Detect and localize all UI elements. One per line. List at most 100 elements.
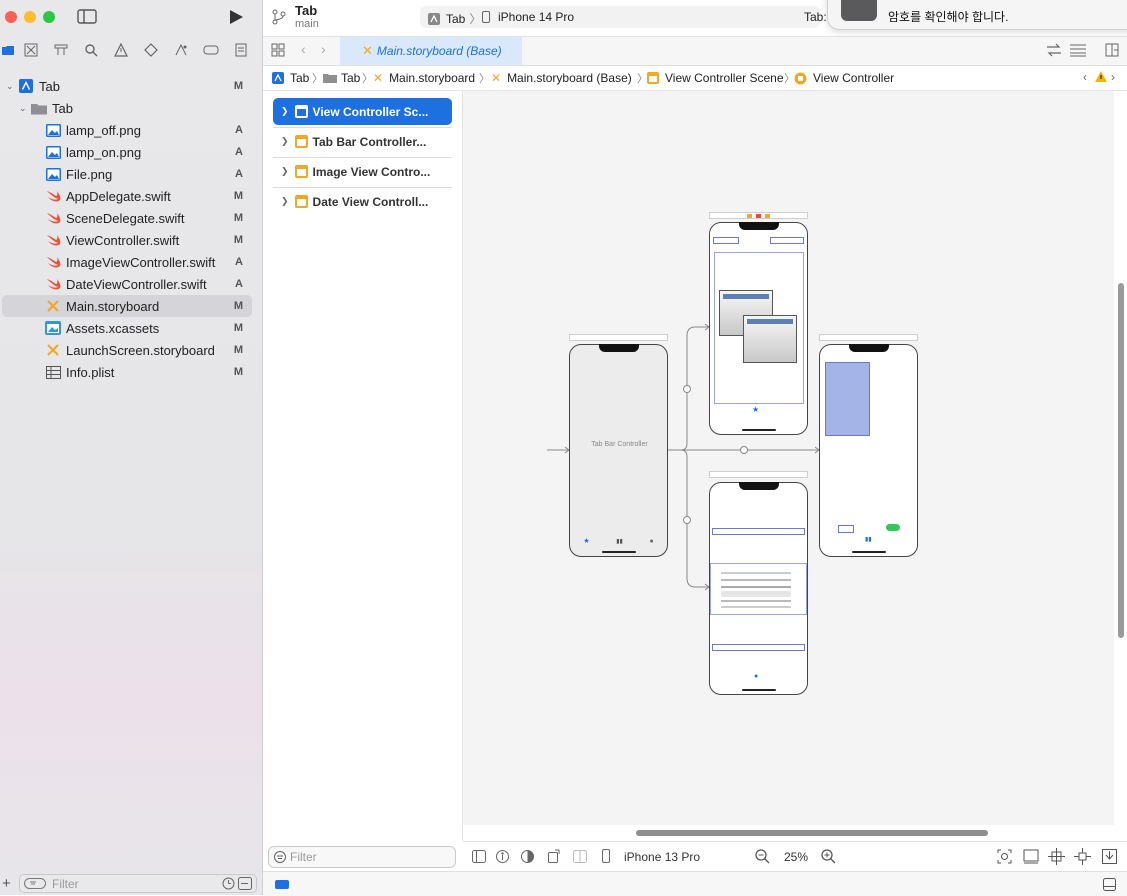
tab-bar-controller-scene[interactable]: Tab Bar Controller ★ ▮▮ ● [569, 344, 668, 557]
breadcrumb-label: View Controller [813, 71, 895, 85]
outline-scene-date-view-controller[interactable]: ❯ Date View Controll... [273, 188, 452, 215]
file-tree-row[interactable]: ⌄ Tab [0, 97, 252, 119]
storyboard-canvas[interactable]: Tab Bar Controller ★ ▮▮ ● ★ ▮▮ ● [463, 91, 1124, 836]
label-bottom [712, 644, 805, 651]
file-tree-row[interactable]: DateViewController.swift A [0, 273, 252, 295]
add-constraints-icon[interactable] [1074, 848, 1091, 865]
breadcrumb-storyboard-base[interactable]: ✕ Main.storyboard (Base) [491, 71, 632, 85]
breadcrumb-folder[interactable]: Tab [323, 71, 360, 85]
add-file-icon[interactable]: + [2, 875, 11, 892]
date-view-controller-scene[interactable]: ● [709, 482, 808, 695]
warning-icon[interactable] [1095, 71, 1107, 82]
resolve-autolayout-icon[interactable] [1102, 849, 1117, 864]
file-tree-row[interactable]: LaunchScreen.storyboard M [0, 339, 252, 361]
file-tree-row[interactable]: ViewController.swift M [0, 229, 252, 251]
next-issue-icon[interactable]: › [1111, 70, 1115, 84]
editor-options-icon[interactable] [1069, 43, 1087, 57]
file-tree-label: lamp_off.png [66, 122, 141, 138]
scene-label: Image View Contro... [312, 164, 431, 179]
file-tree-label: LaunchScreen.storyboard [66, 342, 215, 358]
folder-navigator-icon[interactable] [0, 38, 16, 62]
accessibility-icon[interactable] [496, 850, 509, 863]
test-navigator-icon[interactable] [136, 38, 166, 62]
file-tree-row[interactable]: Main.storyboard M [2, 295, 252, 317]
breadcrumb-scene[interactable]: View Controller Scene [647, 71, 784, 85]
toggle-sidebar-icon[interactable] [77, 8, 97, 24]
outline-scene-image-view-controller[interactable]: ❯ Image View Contro... [273, 158, 452, 185]
view-controller-scene-header[interactable] [709, 212, 808, 219]
file-tree-row[interactable]: File.png A [0, 163, 252, 185]
storyboard-icon: ✕ [491, 71, 502, 85]
source-control-filter-icon[interactable] [238, 877, 252, 890]
file-tree-row[interactable]: Info.plist M [0, 361, 252, 383]
device-selector[interactable]: iPhone 13 Pro [624, 850, 700, 864]
disclosure-chevron-icon[interactable]: ❯ [281, 106, 289, 117]
disclosure-chevron-icon[interactable]: ❯ [281, 166, 289, 177]
zoom-out-icon[interactable] [755, 849, 770, 864]
outline-scene-tab-bar-controller[interactable]: ❯ Tab Bar Controller... [273, 128, 452, 155]
zoom-window-button[interactable] [43, 11, 55, 23]
navigate-back-icon[interactable]: ‹ [301, 41, 306, 57]
debug-area-indicator[interactable] [275, 880, 289, 889]
embed-in-icon[interactable] [1023, 849, 1039, 864]
tab-main-storyboard[interactable]: ✕ Main.storyboard (Base) [340, 37, 522, 65]
file-tree-row[interactable]: lamp_off.png A [0, 119, 252, 141]
breadcrumb-view-controller[interactable]: View Controller [794, 71, 894, 85]
previous-issue-icon[interactable]: ‹ [1083, 70, 1087, 84]
report-navigator-icon[interactable] [226, 38, 256, 62]
debug-navigator-icon[interactable] [166, 38, 196, 62]
image-view-controller-scene-header[interactable] [819, 334, 918, 341]
align-icon[interactable] [1048, 848, 1065, 865]
navigator-filter-input[interactable]: Filter [19, 874, 257, 893]
file-tree-row[interactable]: ImageViewController.swift A [0, 251, 252, 273]
zoom-in-icon[interactable] [821, 849, 836, 864]
outline-filter-input[interactable]: Filter [268, 846, 456, 868]
recent-files-icon[interactable] [222, 877, 235, 890]
breadcrumb-project[interactable]: Tab [272, 71, 309, 85]
hide-outline-icon[interactable] [472, 850, 486, 863]
breadcrumb-storyboard[interactable]: ✕ Main.storyboard [373, 71, 475, 85]
breadcrumb-label: View Controller Scene [665, 71, 784, 85]
toggle-debug-area-icon[interactable] [1103, 878, 1116, 891]
close-window-button[interactable] [5, 11, 17, 23]
canvas-bottom-bar: iPhone 13 Pro 25% [463, 841, 1127, 872]
file-tree-row[interactable]: lamp_on.png A [0, 141, 252, 163]
orientation-icon[interactable] [548, 849, 561, 863]
view-controller-scene[interactable]: ★ [709, 222, 808, 435]
breakpoint-navigator-icon[interactable] [196, 38, 226, 62]
outline-scene-view-controller[interactable]: ❯ View Controller Sc... [273, 98, 452, 125]
disclosure-chevron-icon[interactable]: ⌄ [19, 103, 29, 114]
update-frames-icon[interactable] [997, 849, 1012, 864]
tab-bar-controller-scene-header[interactable] [569, 334, 668, 341]
issue-navigator-icon[interactable] [106, 38, 136, 62]
file-tree-row[interactable]: ⌄ Tab M [0, 75, 252, 97]
image-view-controller-scene[interactable]: ▮▮ [819, 344, 918, 557]
canvas-horizontal-scrollbar[interactable] [636, 830, 988, 836]
date-view-controller-scene-header[interactable] [709, 471, 808, 478]
file-tree-row[interactable]: AppDelegate.swift M [0, 185, 252, 207]
scheme-selector[interactable]: Tab 〉 [428, 10, 481, 27]
disclosure-chevron-icon[interactable]: ❯ [281, 196, 289, 207]
canvas-vertical-scrollbar[interactable] [1118, 283, 1124, 638]
run-play-icon[interactable] [228, 8, 244, 26]
file-tree-row[interactable]: SceneDelegate.swift M [0, 207, 252, 229]
code-review-icon[interactable] [1046, 43, 1062, 57]
file-tree-row[interactable]: Assets.xcassets M [0, 317, 252, 339]
appearance-icon[interactable] [521, 850, 534, 863]
split-editor-icon[interactable] [1105, 43, 1119, 57]
destination-selector[interactable]: iPhone 14 Pro [482, 10, 574, 24]
disclosure-chevron-icon[interactable]: ❯ [281, 136, 289, 147]
image-view [714, 252, 804, 404]
system-notification[interactable]: 암호를 확인해야 합니다. [827, 0, 1127, 30]
related-items-grid-icon[interactable] [271, 43, 285, 57]
find-navigator-icon[interactable] [76, 38, 106, 62]
disclosure-chevron-icon[interactable]: ⌄ [6, 81, 16, 92]
device-preview-icon[interactable] [573, 850, 587, 863]
symbol-navigator-icon[interactable] [46, 38, 76, 62]
navigate-forward-icon[interactable]: › [321, 41, 326, 57]
view-controller-icon [794, 72, 807, 84]
source-control-navigator-icon[interactable] [16, 38, 46, 62]
storyboard-file-icon [45, 298, 61, 314]
minimize-window-button[interactable] [24, 11, 36, 23]
zoom-level[interactable]: 25% [784, 850, 808, 864]
